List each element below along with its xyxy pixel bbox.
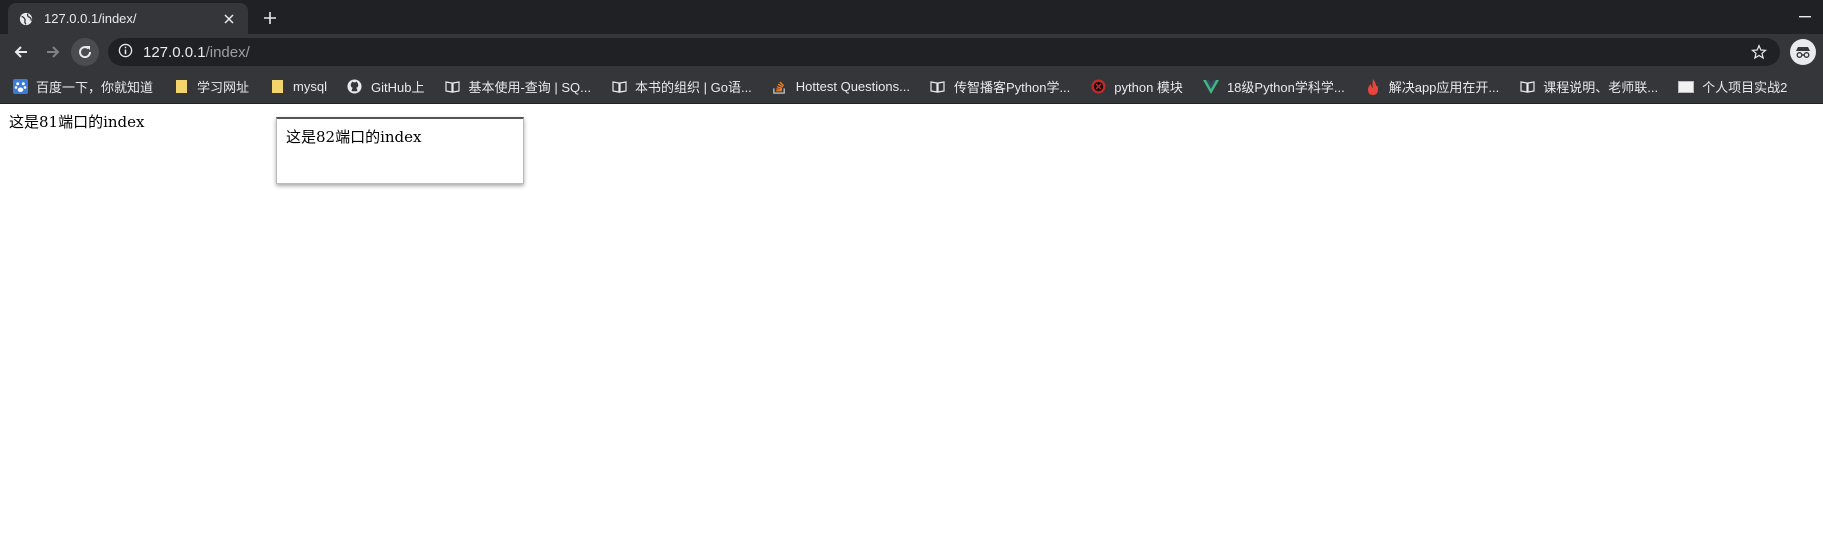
star-icon[interactable] [1750, 43, 1768, 61]
info-icon[interactable] [118, 43, 133, 62]
tab-strip: 127.0.0.1/index/ [0, 0, 1823, 34]
address-bar[interactable]: 127.0.0.1/index/ [108, 38, 1780, 66]
book-icon [930, 79, 946, 95]
arrow-left-icon [14, 46, 27, 58]
minimize-button[interactable] [1794, 6, 1816, 28]
bookmark-label: python 模块 [1114, 80, 1183, 95]
browser-toolbar: 127.0.0.1/index/ [0, 34, 1823, 70]
browser-tab[interactable]: 127.0.0.1/index/ [8, 3, 248, 34]
reload-icon [79, 46, 92, 59]
stackoverflow-icon [772, 79, 788, 95]
iframe-text: 这是82端口的index [286, 128, 422, 146]
bookmark-item[interactable]: python 模块 [1090, 75, 1183, 99]
bookmark-label: Hottest Questions... [795, 79, 910, 94]
bookmark-label: GitHub上 [370, 80, 425, 95]
bookmark-item[interactable]: 解决app应用在开... [1365, 75, 1500, 99]
bookmark-label: 课程说明、老师联... [1543, 80, 1659, 95]
book-icon [611, 79, 627, 95]
reload-button[interactable] [71, 38, 99, 66]
bookmark-folder[interactable]: 学习网址 [173, 75, 249, 99]
vue-icon [1202, 79, 1219, 95]
back-button[interactable] [7, 38, 35, 66]
bookmark-label: 解决app应用在开... [1388, 80, 1500, 95]
tab-title: 127.0.0.1/index/ [44, 11, 137, 26]
folder-icon [269, 79, 285, 95]
forward-button[interactable] [39, 38, 67, 66]
url-host: 127.0.0.1 [143, 43, 206, 61]
bookmark-label: 学习网址 [197, 80, 250, 95]
plus-icon [264, 12, 276, 24]
baidu-icon [12, 79, 28, 95]
incognito-icon[interactable] [1790, 39, 1816, 65]
bookmark-label: 百度一下，你就知道 [36, 80, 154, 95]
bookmarks-bar: 百度一下，你就知道 学习网址 mysql GitHub上 基本使用-查询 | S… [0, 70, 1823, 104]
bookmark-label: 个人项目实战2 [1702, 80, 1788, 95]
bookmark-label: 基本使用-查询 | SQ... [468, 80, 592, 95]
book-icon [1519, 79, 1535, 95]
bookmark-item[interactable]: 个人项目实战2 [1678, 75, 1787, 99]
bookmark-item[interactable]: 本书的组织 | Go语... [611, 75, 752, 99]
bookmark-label: 本书的组织 | Go语... [635, 80, 752, 95]
python-icon [1090, 79, 1106, 95]
flame-icon [1365, 78, 1381, 95]
folder-icon [173, 79, 189, 95]
arrow-right-icon [47, 46, 60, 58]
page-content: 这是81端口的index 这是82端口的index [0, 104, 1823, 537]
globe-icon [18, 11, 34, 27]
close-icon[interactable] [220, 10, 238, 28]
bookmark-item[interactable]: 传智播客Python学... [930, 75, 1070, 99]
book-icon [444, 79, 460, 95]
bookmark-item[interactable]: 课程说明、老师联... [1519, 75, 1658, 99]
github-icon [347, 79, 363, 95]
bookmark-label: 18级Python学科学... [1226, 80, 1345, 95]
page-icon [1678, 79, 1695, 95]
bookmark-item[interactable]: Hottest Questions... [772, 75, 910, 99]
url-path: /index/ [205, 43, 250, 61]
minimize-icon [1799, 16, 1811, 18]
embedded-iframe[interactable]: 这是82端口的index [276, 117, 524, 184]
bookmark-label: 传智播客Python学... [953, 80, 1071, 95]
new-tab-button[interactable] [258, 6, 282, 30]
bookmark-folder[interactable]: mysql [269, 75, 327, 99]
bookmark-item[interactable]: 18级Python学科学... [1202, 75, 1345, 99]
bookmark-item[interactable]: 百度一下，你就知道 [12, 75, 153, 99]
bookmark-item[interactable]: 基本使用-查询 | SQ... [444, 75, 591, 99]
bookmark-item[interactable]: GitHub上 [347, 75, 424, 99]
bookmark-label: mysql [293, 79, 327, 94]
main-text: 这是81端口的index [9, 113, 145, 131]
